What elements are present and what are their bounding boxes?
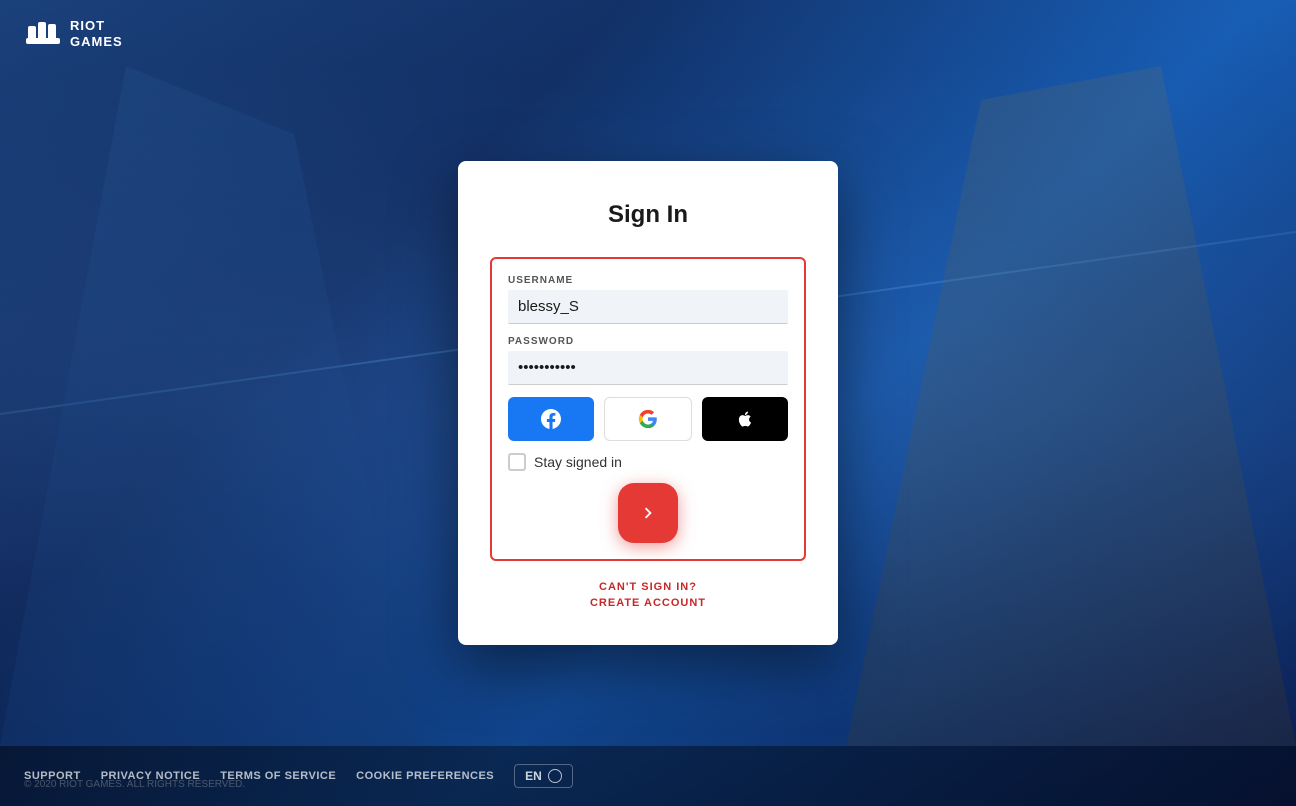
facebook-icon <box>541 409 561 429</box>
create-account-link[interactable]: CREATE ACCOUNT <box>490 597 806 609</box>
language-selector[interactable]: EN <box>514 764 573 788</box>
riot-fist-icon <box>24 18 62 50</box>
password-label: PASSWORD <box>508 336 788 347</box>
stay-signed-row: Stay signed in <box>508 453 788 471</box>
globe-icon <box>548 769 562 783</box>
username-label: USERNAME <box>508 275 788 286</box>
username-group: USERNAME <box>508 275 788 324</box>
sso-row <box>508 397 788 441</box>
logo-text: RIOT GAMES <box>70 18 123 49</box>
submit-row <box>508 483 788 543</box>
password-group: PASSWORD <box>508 336 788 385</box>
footer-links: SUPPORT PRIVACY NOTICE TERMS OF SERVICE … <box>24 764 1272 788</box>
stay-signed-label[interactable]: Stay signed in <box>534 454 622 470</box>
google-icon <box>638 409 658 429</box>
footer-privacy-link[interactable]: PRIVACY NOTICE <box>101 770 201 782</box>
arrow-right-icon <box>637 502 659 524</box>
footer: SUPPORT PRIVACY NOTICE TERMS OF SERVICE … <box>0 746 1296 806</box>
bottom-links: CAN'T SIGN IN? CREATE ACCOUNT <box>490 581 806 609</box>
language-code: EN <box>525 769 542 783</box>
stay-signed-checkbox[interactable] <box>508 453 526 471</box>
google-signin-button[interactable] <box>604 397 692 441</box>
apple-signin-button[interactable] <box>702 397 788 441</box>
login-card: Sign In USERNAME PASSWORD <box>458 161 838 645</box>
footer-terms-link[interactable]: TERMS OF SERVICE <box>220 770 336 782</box>
riot-logo[interactable]: RIOT GAMES <box>24 18 123 50</box>
submit-button[interactable] <box>618 483 678 543</box>
character-left <box>0 66 420 746</box>
signin-title: Sign In <box>490 201 806 229</box>
character-right <box>846 66 1296 746</box>
footer-cookie-link[interactable]: COOKIE PREFERENCES <box>356 770 494 782</box>
facebook-signin-button[interactable] <box>508 397 594 441</box>
form-section: USERNAME PASSWORD <box>490 257 806 561</box>
cant-signin-link[interactable]: CAN'T SIGN IN? <box>490 581 806 593</box>
apple-icon <box>736 409 754 429</box>
username-input[interactable] <box>508 290 788 324</box>
footer-support-link[interactable]: SUPPORT <box>24 770 81 782</box>
password-input[interactable] <box>508 351 788 385</box>
